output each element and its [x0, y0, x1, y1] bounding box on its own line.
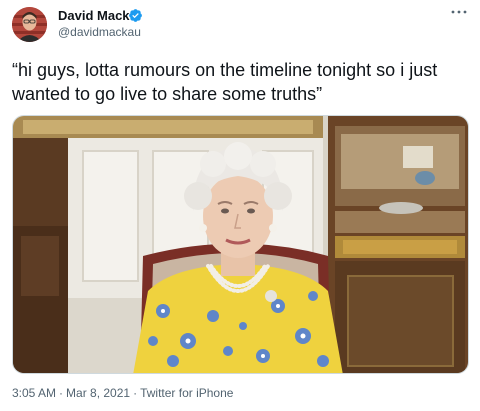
tweet-media-photo[interactable]	[12, 115, 469, 374]
avatar[interactable]	[12, 7, 47, 42]
verified-badge-icon	[129, 9, 142, 22]
tweet-text: “hi guys, lotta rumours on the timeline …	[12, 60, 443, 104]
meta-separator: ·	[133, 386, 138, 400]
tweet-time-link[interactable]: 3:05 AM	[12, 386, 56, 400]
handle[interactable]: @davidmackau	[58, 25, 141, 40]
tweet-meta: 3:05 AM · Mar 8, 2021 · Twitter for iPhone	[12, 386, 233, 401]
tweet-source-link[interactable]: Twitter for iPhone	[140, 386, 233, 400]
more-options-icon[interactable]	[450, 6, 468, 18]
tweet-date-link[interactable]: Mar 8, 2021	[66, 386, 130, 400]
display-name[interactable]: David Mack	[58, 8, 130, 24]
tweet-card: David Mack @davidmackau “hi guys, lotta …	[0, 0, 480, 411]
meta-separator: ·	[59, 386, 64, 400]
